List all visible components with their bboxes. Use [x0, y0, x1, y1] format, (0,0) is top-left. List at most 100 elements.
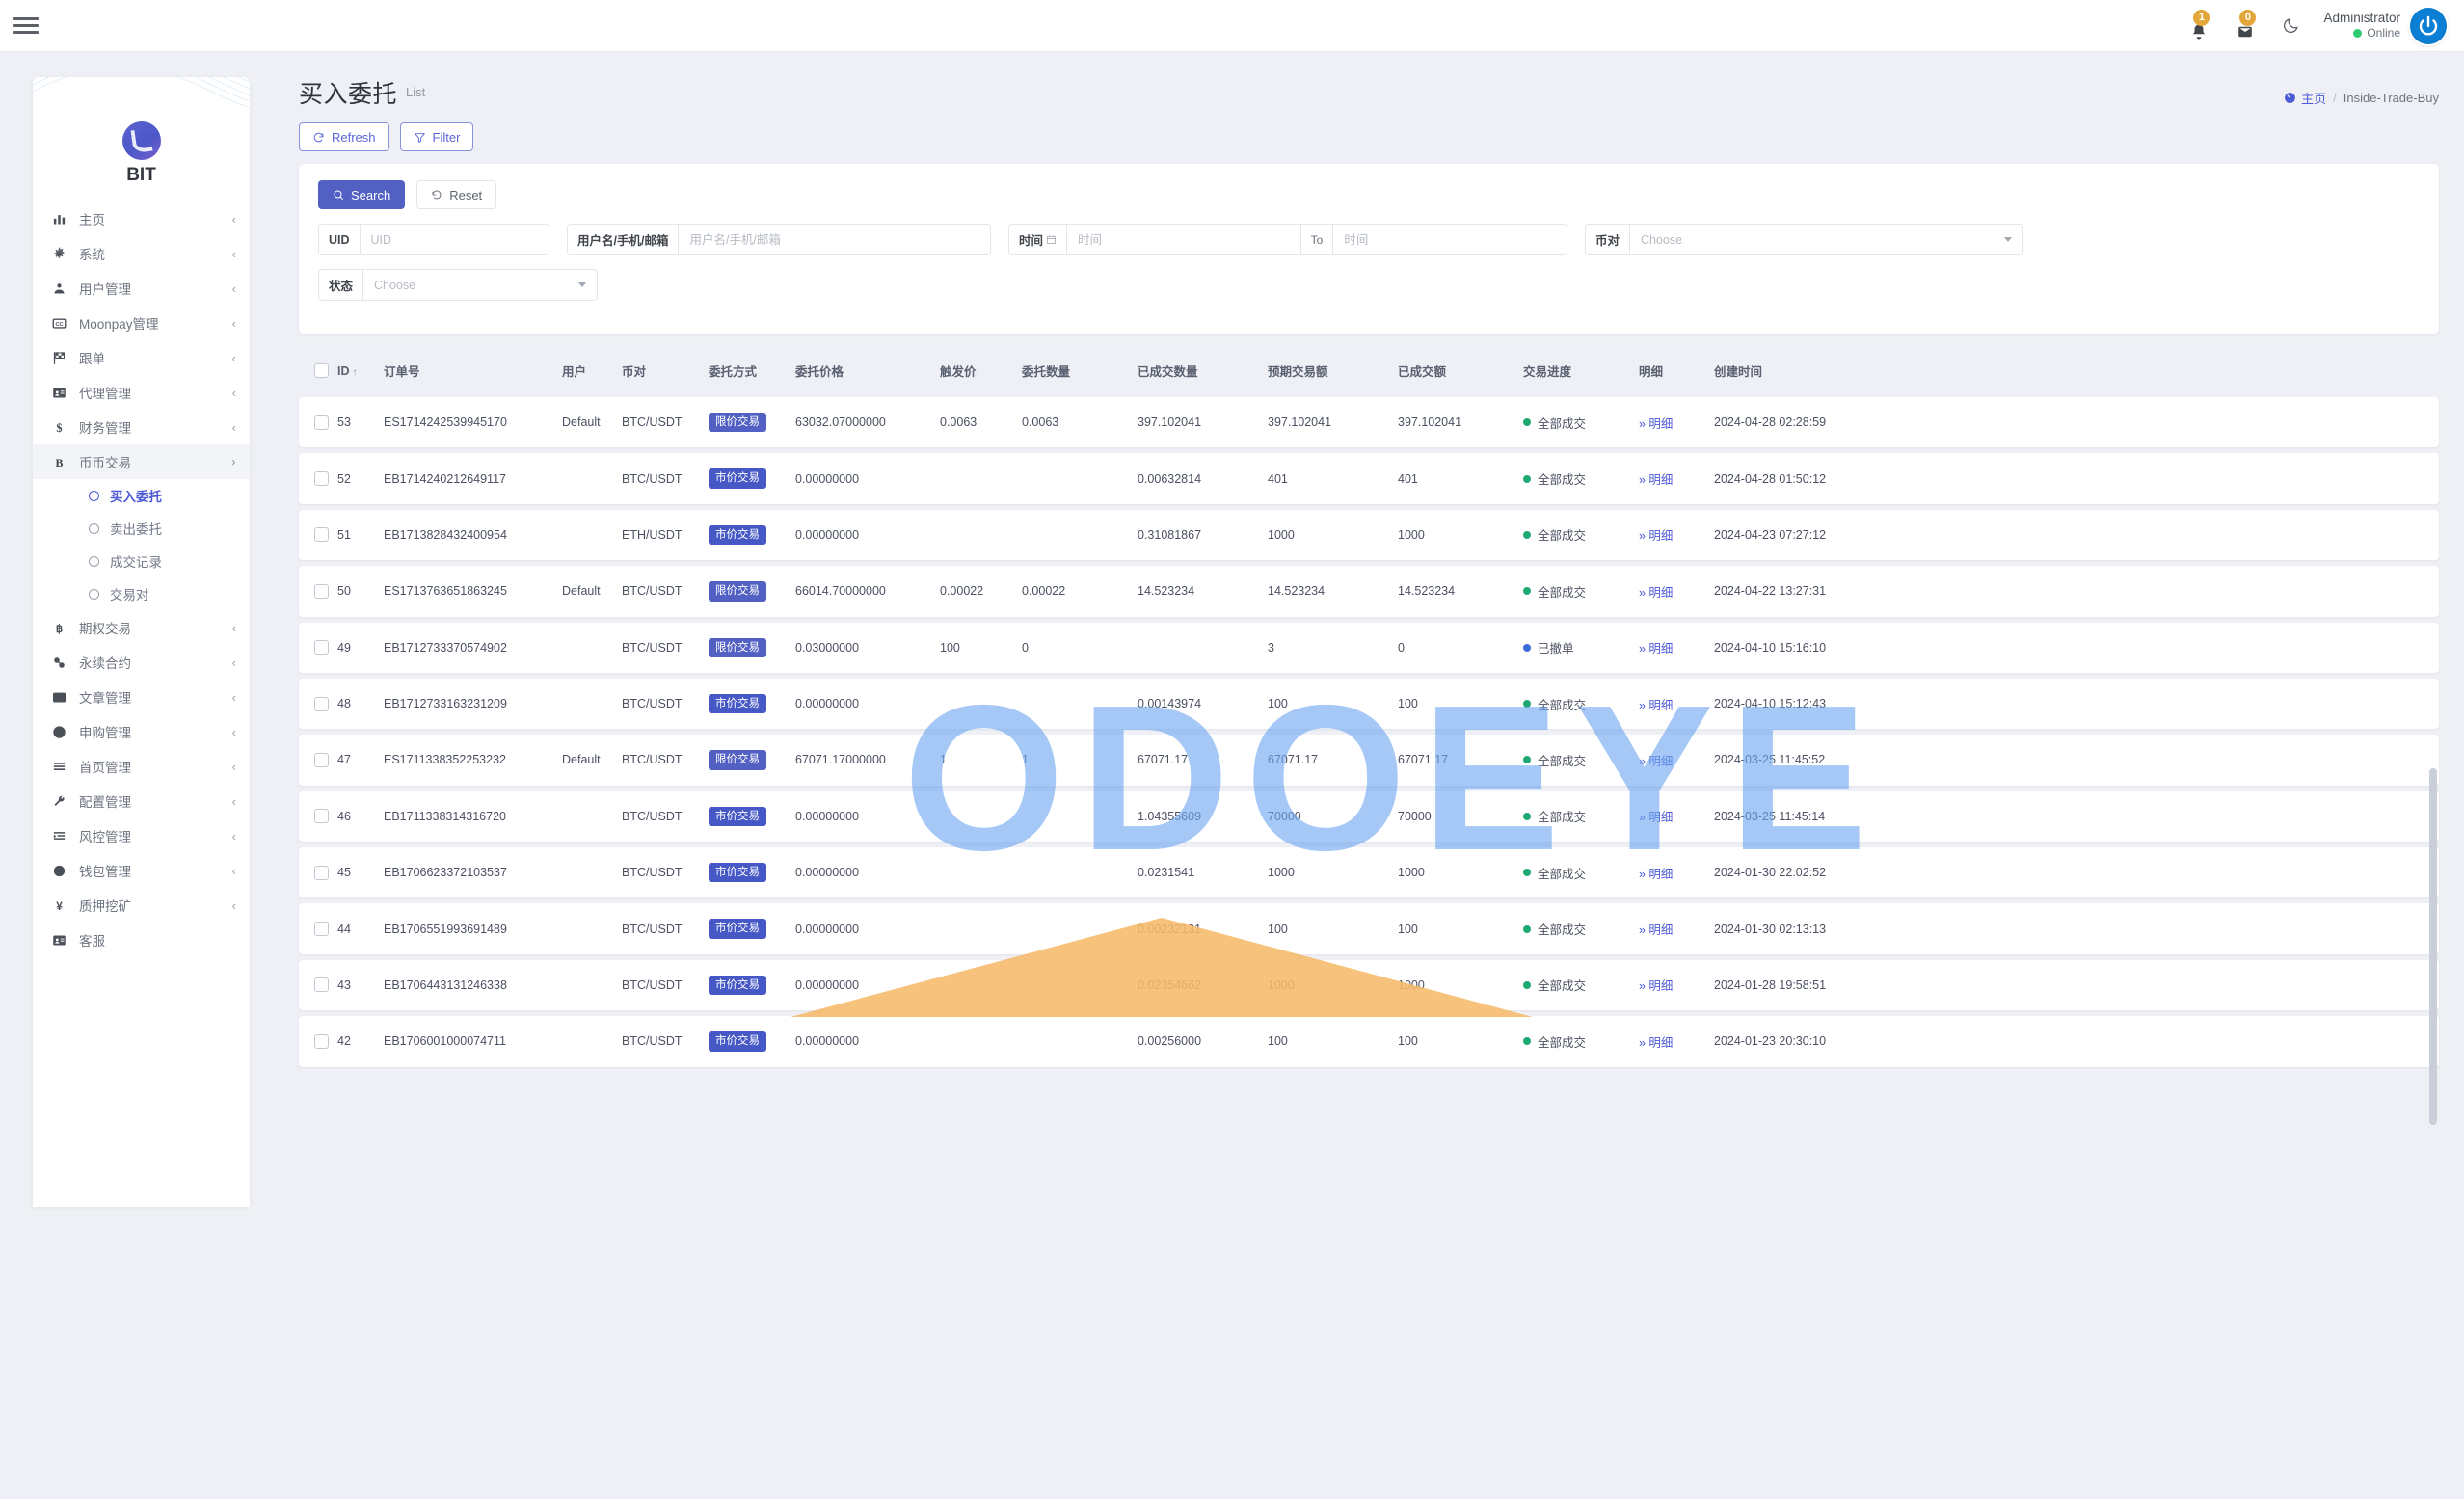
breadcrumb-home-link[interactable]: 主页 [2284, 89, 2326, 107]
row-select-cell[interactable] [299, 960, 337, 1010]
detail-link[interactable]: » 明细 [1639, 414, 1673, 432]
row-select-cell[interactable] [299, 453, 337, 503]
user-menu[interactable]: Administrator Online [2323, 7, 2447, 44]
cell-detail[interactable]: » 明细 [1639, 623, 1714, 673]
row-select-cell[interactable] [299, 791, 337, 842]
status-select[interactable]: Choose [363, 270, 597, 300]
table-row[interactable]: 45 EB1706623372103537 BTC/USDT 市价交易 0.000000… [299, 847, 2439, 898]
table-row[interactable]: 50 ES1713763651863245 Default BTC/USDT 限价交易 6… [299, 566, 2439, 617]
row-checkbox[interactable] [314, 977, 329, 993]
select-all-checkbox[interactable] [314, 363, 329, 378]
th-select-all[interactable] [299, 350, 337, 391]
sidebar-item-7[interactable]: B 币币交易 ⌄ [33, 444, 250, 479]
table-row[interactable]: 52 EB1714240212649117 BTC/USDT 市价交易 0.000000… [299, 453, 2439, 504]
detail-link[interactable]: » 明细 [1639, 751, 1673, 769]
sidebar-item-16[interactable]: ¥ 质押挖矿 ‹ [33, 888, 250, 923]
detail-link[interactable]: » 明细 [1639, 807, 1673, 825]
avatar[interactable] [2410, 7, 2447, 44]
sidebar-item-14[interactable]: 风控管理 ‹ [33, 818, 250, 853]
row-checkbox[interactable] [314, 696, 329, 711]
row-select-cell[interactable] [299, 566, 337, 616]
table-row[interactable]: 53 ES1714242539945170 Default BTC/USDT 限价交易 6… [299, 397, 2439, 448]
cell-detail[interactable]: » 明细 [1639, 903, 1714, 953]
reset-button[interactable]: Reset [416, 180, 497, 209]
row-select-cell[interactable] [299, 623, 337, 673]
cell-detail[interactable]: » 明细 [1639, 397, 1714, 447]
row-select-cell[interactable] [299, 1016, 337, 1066]
table-row[interactable]: 49 EB1712733370574902 BTC/USDT 限价交易 0.030000… [299, 622, 2439, 673]
cell-detail[interactable]: » 明细 [1639, 735, 1714, 785]
sidebar-subitem-7-3[interactable]: 交易对 [33, 577, 250, 610]
table-row[interactable]: 47 ES1711338352253232 Default BTC/USDT 限价交易 6… [299, 735, 2439, 786]
sidebar-item-2[interactable]: 用户管理 ‹ [33, 271, 250, 306]
row-checkbox[interactable] [314, 583, 329, 599]
sidebar-item-1[interactable]: 系统 ‹ [33, 236, 250, 271]
detail-link[interactable]: » 明细 [1639, 864, 1673, 882]
time-to-input[interactable] [1333, 225, 1567, 254]
row-checkbox[interactable] [314, 471, 329, 487]
row-checkbox[interactable] [314, 865, 329, 880]
cell-detail[interactable]: » 明细 [1639, 679, 1714, 729]
sidebar-item-10[interactable]: 文章管理 ‹ [33, 680, 250, 714]
sidebar-item-17[interactable]: 客服 [33, 923, 250, 957]
refresh-button[interactable]: Refresh [299, 122, 389, 151]
sidebar-item-6[interactable]: $ 财务管理 ‹ [33, 410, 250, 444]
sidebar-item-9[interactable]: 永续合约 ‹ [33, 645, 250, 680]
table-row[interactable]: 42 EB1706001000074711 BTC/USDT 市价交易 0.000000… [299, 1016, 2439, 1067]
sidebar-subitem-7-1[interactable]: 卖出委托 [33, 512, 250, 545]
row-checkbox[interactable] [314, 1033, 329, 1049]
pair-select[interactable]: Choose [1630, 225, 2022, 254]
detail-link[interactable]: » 明细 [1639, 976, 1673, 994]
cell-detail[interactable]: » 明细 [1639, 453, 1714, 503]
messages-button[interactable]: 0 [2233, 9, 2258, 40]
filter-button[interactable]: Filter [399, 122, 474, 151]
table-row[interactable]: 48 EB1712733163231209 BTC/USDT 市价交易 0.000000… [299, 678, 2439, 730]
detail-link[interactable]: » 明细 [1639, 638, 1673, 656]
row-checkbox[interactable] [314, 752, 329, 767]
row-select-cell[interactable] [299, 679, 337, 729]
row-checkbox[interactable] [314, 922, 329, 937]
time-from-input[interactable] [1067, 225, 1300, 254]
vertical-scrollbar[interactable] [2429, 768, 2437, 1125]
row-select-cell[interactable] [299, 735, 337, 785]
sidebar-item-5[interactable]: 代理管理 ‹ [33, 375, 250, 410]
username-input[interactable] [679, 225, 990, 254]
row-select-cell[interactable] [299, 847, 337, 897]
sidebar-item-4[interactable]: 跟单 ‹ [33, 340, 250, 375]
detail-link[interactable]: » 明细 [1639, 1032, 1673, 1051]
sidebar-item-8[interactable]: ฿ 期权交易 ‹ [33, 610, 250, 645]
cell-detail[interactable]: » 明细 [1639, 510, 1714, 560]
hamburger-icon[interactable] [13, 15, 39, 37]
table-row[interactable]: 46 EB1711338314316720 BTC/USDT 市价交易 0.000000… [299, 790, 2439, 842]
uid-input[interactable] [360, 225, 549, 254]
sidebar-item-12[interactable]: 首页管理 ‹ [33, 749, 250, 784]
cell-detail[interactable]: » 明细 [1639, 791, 1714, 842]
sidebar-subitem-7-2[interactable]: 成交记录 [33, 545, 250, 577]
row-select-cell[interactable] [299, 510, 337, 560]
detail-link[interactable]: » 明细 [1639, 695, 1673, 713]
row-select-cell[interactable] [299, 397, 337, 447]
detail-link[interactable]: » 明细 [1639, 582, 1673, 601]
cell-detail[interactable]: » 明细 [1639, 1016, 1714, 1066]
table-row[interactable]: 51 EB1713828432400954 ETH/USDT 市价交易 0.000000… [299, 509, 2439, 561]
sidebar-subitem-7-0[interactable]: 买入委托 [33, 479, 250, 512]
sidebar-item-15[interactable]: 钱包管理 ‹ [33, 853, 250, 888]
detail-link[interactable]: » 明细 [1639, 920, 1673, 938]
sidebar-item-13[interactable]: 配置管理 ‹ [33, 784, 250, 818]
notification-bell-button[interactable]: 1 [2186, 9, 2211, 40]
sidebar-item-0[interactable]: 主页 ‹ [33, 201, 250, 236]
cell-detail[interactable]: » 明细 [1639, 847, 1714, 897]
row-checkbox[interactable] [314, 809, 329, 824]
row-checkbox[interactable] [314, 527, 329, 543]
cell-detail[interactable]: » 明细 [1639, 566, 1714, 616]
th-id[interactable]: ID ↑ [337, 350, 384, 391]
cell-detail[interactable]: » 明细 [1639, 960, 1714, 1010]
sidebar-item-11[interactable]: 申购管理 ‹ [33, 714, 250, 749]
row-select-cell[interactable] [299, 903, 337, 953]
row-checkbox[interactable] [314, 640, 329, 656]
search-button[interactable]: Search [318, 180, 406, 209]
row-checkbox[interactable] [314, 415, 329, 430]
table-row[interactable]: 43 EB1706443131246338 BTC/USDT 市价交易 0.000000… [299, 959, 2439, 1011]
table-row[interactable]: 44 EB1706551993691489 BTC/USDT 市价交易 0.000000… [299, 903, 2439, 954]
moon-icon[interactable] [2279, 14, 2302, 38]
